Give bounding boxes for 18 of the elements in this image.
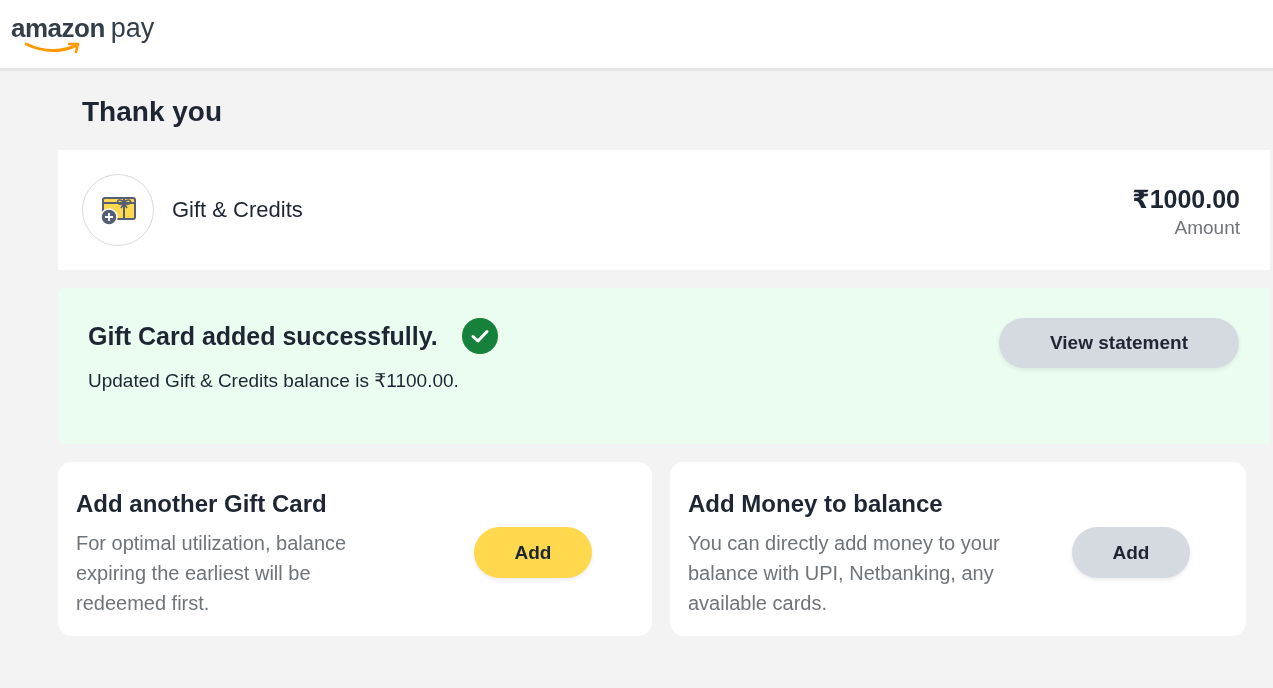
success-title: Gift Card added successfully. [88,321,438,351]
logo-brand-text: amazon [11,12,105,44]
card-description: You can directly add money to your balance with UPI, Netbanking, any available cards. [688,531,1001,616]
logo-product-text: pay [110,12,155,44]
balance-message: Updated Gift & Credits balance is ₹1100.00. [88,369,460,393]
check-circle-icon [461,318,498,354]
card-title: Add Money to balance [688,489,944,519]
add-button[interactable]: Add [1072,527,1190,578]
amount-label: Amount [1174,216,1240,240]
gift-card-icon [82,174,154,246]
page-title: Thank you [81,95,223,129]
payment-method-label: Gift & Credits [172,197,304,223]
card-description: For optimal utilization, balance expiring the earliest will be redeemed first. [76,531,348,616]
view-statement-button[interactable]: View statement [999,318,1239,368]
amount-value: ₹1000.00 [1132,184,1240,214]
card-title: Add another Gift Card [76,489,328,519]
smile-arrow-icon [25,41,81,54]
add-button[interactable]: Add [474,527,592,578]
